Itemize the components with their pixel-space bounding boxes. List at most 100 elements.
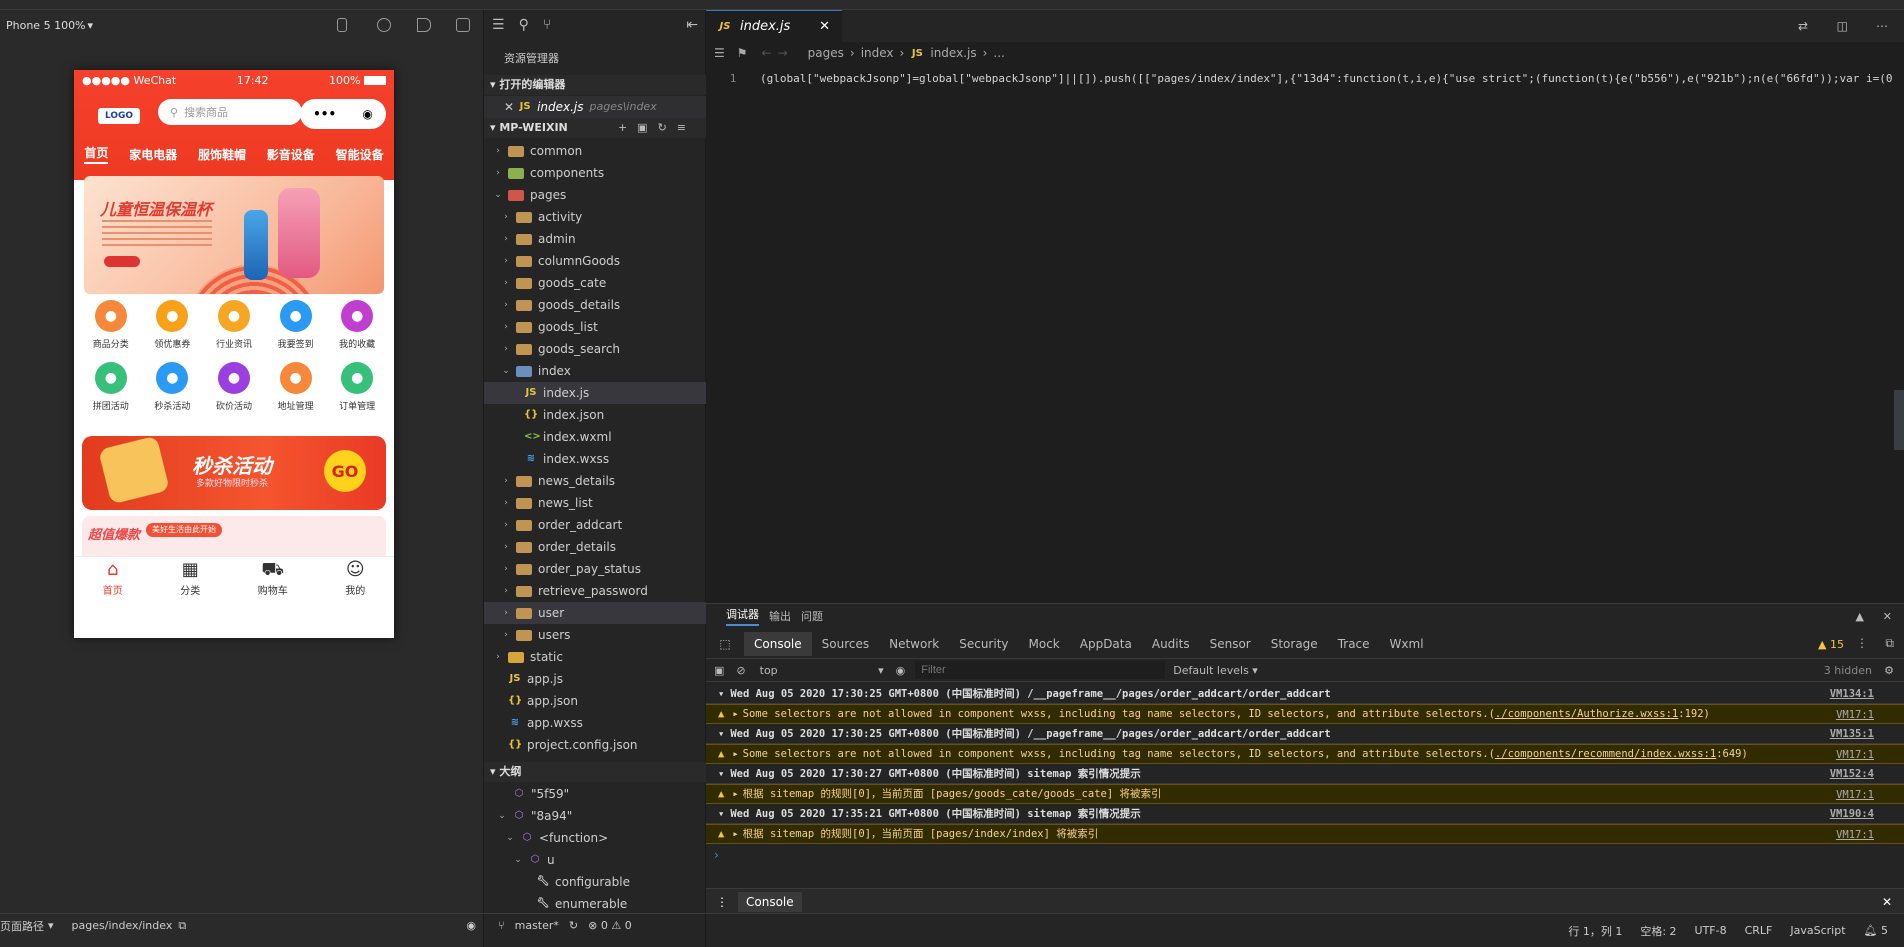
window-icon[interactable] — [456, 18, 470, 32]
nav-item[interactable]: 服饰鞋帽 — [198, 146, 246, 163]
tree-item[interactable]: › common — [484, 140, 706, 162]
tree-item[interactable]: › news_list — [484, 492, 706, 514]
tree-item[interactable]: › order_details — [484, 536, 706, 558]
eye-icon[interactable]: ◉ — [896, 664, 906, 677]
log-warning[interactable]: ▲ ▸ 根据 sitemap 的规则[0]，当前页面 [pages/index/i… — [706, 824, 1904, 844]
undock-icon[interactable]: ⧉ — [1885, 636, 1894, 651]
settings-gear-icon[interactable]: ⚙ — [1884, 664, 1894, 677]
function-item[interactable]: ● 我要签到 — [268, 300, 324, 362]
code-text[interactable]: (global["webpackJsonp"]=global["webpackJ… — [760, 72, 1892, 85]
function-item[interactable]: ● 领优惠券 — [144, 300, 200, 362]
tree-item[interactable]: › users — [484, 624, 706, 646]
branch-name[interactable]: master* — [515, 919, 559, 932]
forward-icon[interactable]: → — [778, 46, 788, 60]
drawer-menu-icon[interactable]: ⋮ — [716, 895, 728, 909]
log-vm-link[interactable]: VM17:1 — [1830, 745, 1874, 763]
close-icon[interactable]: ✕ — [1883, 610, 1892, 623]
language-mode[interactable]: JavaScript — [1790, 924, 1845, 937]
phone-icon[interactable] — [337, 18, 347, 32]
go-button[interactable]: GO — [324, 450, 366, 492]
line-ending[interactable]: CRLF — [1745, 924, 1773, 937]
function-item[interactable]: ● 秒杀活动 — [144, 362, 200, 424]
console-prompt[interactable]: › — [714, 848, 719, 862]
problems-count[interactable]: ⊗ 0 ⚠ 0 — [588, 919, 632, 932]
function-item[interactable]: ● 砍价活动 — [206, 362, 262, 424]
devtools-tab-appdata[interactable]: AppData — [1070, 632, 1142, 656]
tab-mine[interactable]: ☺ 我的 — [345, 560, 365, 598]
outline-item[interactable]: ⌄ ⬡ "8a94" — [484, 805, 706, 827]
devtools-tab-mock[interactable]: Mock — [1019, 632, 1070, 656]
outline-header[interactable]: ▾ 大纲 — [484, 762, 706, 782]
tab-debugger[interactable]: 调试器 — [726, 606, 759, 626]
close-icon[interactable]: ✕ — [819, 19, 830, 34]
devtools-tab-wxml[interactable]: Wxml — [1380, 632, 1434, 656]
log-warning[interactable]: ▲ ▸ 根据 sitemap 的规则[0]，当前页面 [pages/goods_c… — [706, 784, 1904, 804]
open-editors-header[interactable]: ▾ 打开的编辑器 — [484, 75, 706, 95]
tree-item[interactable]: › columnGoods — [484, 250, 706, 272]
function-item[interactable]: ● 地址管理 — [268, 362, 324, 424]
log-vm-link[interactable]: VM17:1 — [1830, 825, 1874, 843]
tree-item[interactable]: {} index.json — [484, 404, 706, 426]
log-vm-link[interactable]: VM190:4 — [1824, 804, 1874, 823]
tab-category[interactable]: ▦ 分类 — [180, 560, 200, 598]
context-select[interactable]: top ▾ — [760, 664, 884, 677]
promo-banner[interactable]: 儿童恒温保温杯 — [84, 176, 384, 294]
log-warning[interactable]: ▲ ▸ Some selectors are not allowed in com… — [706, 704, 1904, 724]
list-icon[interactable]: ☰ — [492, 17, 505, 33]
devtools-tab-audits[interactable]: Audits — [1142, 632, 1200, 656]
tree-item[interactable]: › components — [484, 162, 706, 184]
refresh-icon[interactable]: ↻ — [658, 121, 677, 134]
log-group-header[interactable]: ▾ Wed Aug 05 2020 17:35:21 GMT+0800 (中国标… — [706, 804, 1904, 824]
tree-item[interactable]: ≋ app.wxss — [484, 712, 706, 734]
tree-item[interactable]: › goods_details — [484, 294, 706, 316]
log-vm-link[interactable]: VM152:4 — [1824, 764, 1874, 783]
log-group-header[interactable]: ▾ Wed Aug 05 2020 17:30:25 GMT+0800 (中国标… — [706, 684, 1904, 704]
tab-output[interactable]: 输出 — [769, 608, 791, 624]
nav-item[interactable]: 智能设备 — [336, 146, 384, 163]
nav-item[interactable]: 家电电器 — [129, 146, 177, 163]
kebab-icon[interactable]: ⋮ — [1856, 636, 1868, 650]
warning-count[interactable]: ▲ 15 — [1818, 638, 1844, 651]
branch-icon[interactable]: ⑂ — [543, 17, 551, 33]
close-target-icon[interactable]: ◉ — [362, 107, 372, 121]
mini-program-capsule[interactable]: ••• ◉ — [300, 99, 386, 129]
more-icon[interactable]: ••• — [313, 107, 336, 121]
back-icon[interactable]: ← — [762, 46, 772, 60]
code-line[interactable]: 1 (global["webpackJsonp"]=global["webpac… — [706, 68, 1904, 88]
split-editor-icon[interactable]: ◫ — [1837, 19, 1848, 33]
devtools-tab-network[interactable]: Network — [879, 632, 949, 656]
tree-item[interactable]: {} app.json — [484, 690, 706, 712]
close-icon[interactable]: ✕ — [504, 96, 514, 118]
outline-item[interactable]: ⌄ ⬡ u — [484, 849, 706, 871]
outline-item[interactable]: ⌄ ⬡ <function> — [484, 827, 706, 849]
devtools-tab-security[interactable]: Security — [949, 632, 1018, 656]
banner-button[interactable] — [104, 256, 140, 267]
function-item[interactable]: ● 商品分类 — [83, 300, 139, 362]
log-warning[interactable]: ▲ ▸ Some selectors are not allowed in com… — [706, 744, 1904, 764]
search-icon[interactable]: ⚲ — [519, 17, 529, 33]
tree-item[interactable]: › order_pay_status — [484, 558, 706, 580]
tree-item[interactable]: › user — [484, 602, 706, 624]
outline-item[interactable]: ⬡ "5f59" — [484, 783, 706, 805]
copy-icon[interactable]: ⧉ — [178, 919, 186, 933]
tree-item[interactable]: ⌄ index — [484, 360, 706, 382]
inspect-icon[interactable]: ⬚ — [706, 637, 744, 651]
tree-item[interactable]: › retrieve_password — [484, 580, 706, 602]
indentation[interactable]: 空格: 2 — [1640, 923, 1676, 939]
nav-item[interactable]: 影音设备 — [267, 146, 315, 163]
log-group-header[interactable]: ▾ Wed Aug 05 2020 17:30:27 GMT+0800 (中国标… — [706, 764, 1904, 784]
encoding[interactable]: UTF-8 — [1695, 924, 1727, 937]
breadcrumb-item[interactable]: ... — [993, 46, 1004, 60]
collapse-all-icon[interactable]: ≡ — [677, 121, 696, 134]
sync-icon[interactable]: ↻ — [569, 919, 578, 932]
tree-item[interactable]: › admin — [484, 228, 706, 250]
log-vm-link[interactable]: VM134:1 — [1824, 684, 1874, 703]
devtools-tab-sources[interactable]: Sources — [812, 632, 879, 656]
tree-item[interactable]: JS index.js — [484, 382, 706, 404]
log-vm-link[interactable]: VM135:1 — [1824, 724, 1874, 743]
breadcrumb-item[interactable]: index — [861, 46, 894, 60]
notifications[interactable]: 🔔︎ 5 — [1864, 924, 1888, 937]
project-header[interactable]: ▾ MP-WEIXIN +▣↻≡ — [484, 118, 706, 138]
sidebar-toggle-icon[interactable]: ▣ — [714, 664, 724, 677]
scrollbar-thumb[interactable] — [1894, 390, 1904, 450]
